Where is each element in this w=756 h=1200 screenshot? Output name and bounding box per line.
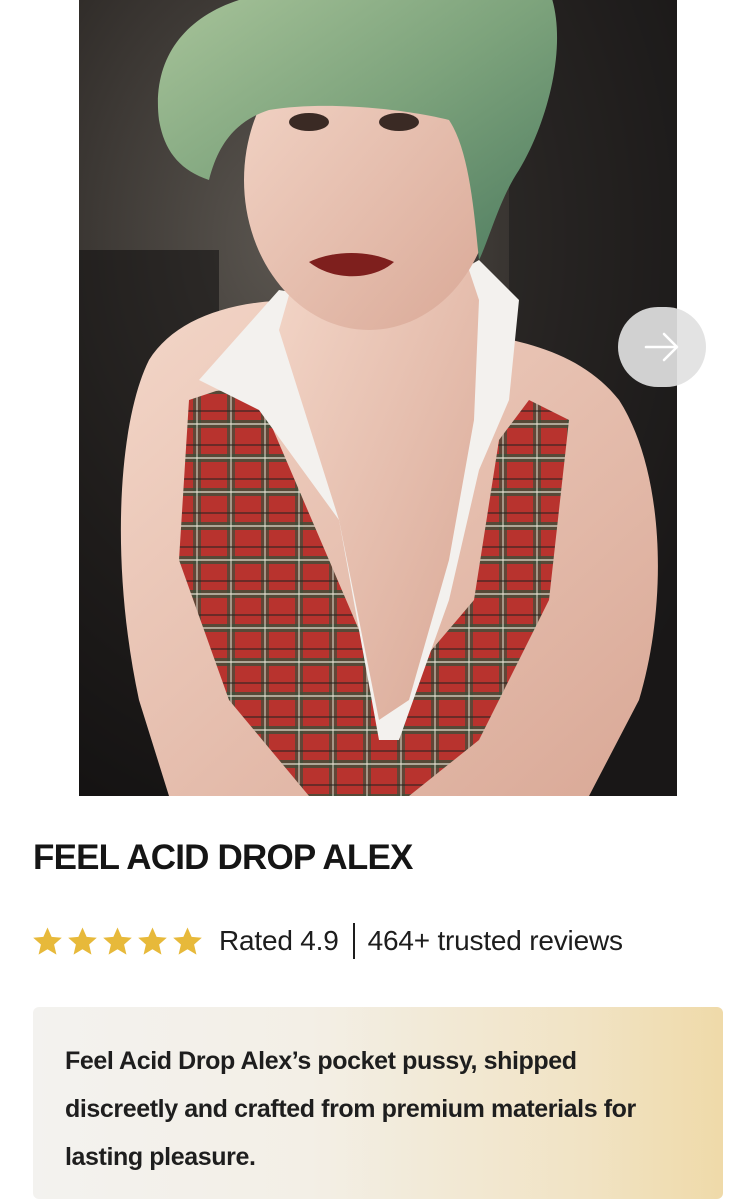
product-description: Feel Acid Drop Alex’s pocket pussy, ship… [65,1047,636,1171]
star-rating [31,925,206,958]
star-icon [103,926,132,955]
product-title: FEEL ACID DROP ALEX [33,838,413,877]
product-image-gallery [0,0,756,800]
reviews-link[interactable]: 464+ trusted reviews [368,925,623,957]
star-icon [173,926,202,955]
arrow-right-icon [644,332,679,362]
product-photo-image [79,0,677,796]
next-image-button[interactable] [618,307,706,387]
rating-label: Rated 4.9 [219,925,339,956]
product-photo[interactable] [79,0,677,796]
star-icon [68,926,97,955]
rating-row: Rated 4.9 464+ trusted reviews [31,918,623,964]
star-icon [33,926,62,955]
star-icon [138,926,167,955]
rating-divider [352,923,355,959]
product-description-box: Feel Acid Drop Alex’s pocket pussy, ship… [33,1007,723,1199]
